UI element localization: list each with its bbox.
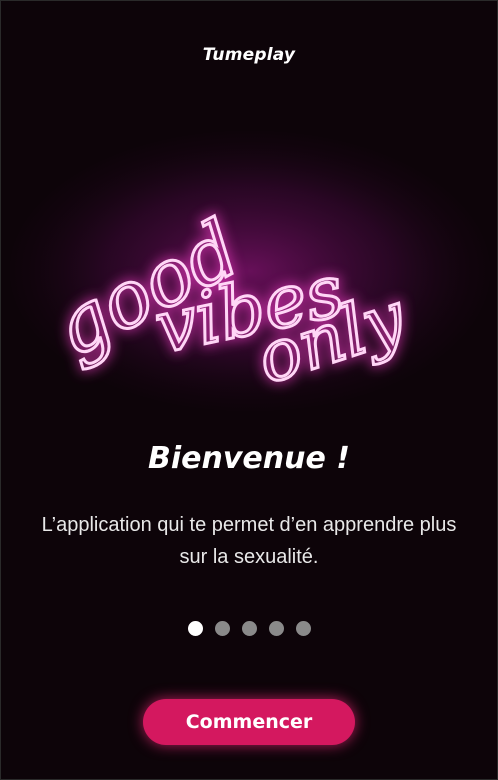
welcome-subtitle: L’application qui te permet d’en apprend… <box>41 514 457 568</box>
page-indicator <box>1 621 497 636</box>
page-dot-1[interactable] <box>187 621 203 636</box>
onboarding-screen: Tumeplay good vibes only good vibes only… <box>0 0 498 780</box>
app-title: Tumeplay <box>202 45 296 65</box>
page-dot-5[interactable] <box>295 621 311 636</box>
start-button[interactable]: Commencer <box>143 699 355 745</box>
page-dot-2[interactable] <box>214 621 230 636</box>
page-dot-3[interactable] <box>241 621 257 636</box>
page-dot-4[interactable] <box>268 621 284 636</box>
welcome-title: Bienvenue ! <box>148 441 350 476</box>
neon-sign-image: good vibes only good vibes only <box>1 121 497 421</box>
